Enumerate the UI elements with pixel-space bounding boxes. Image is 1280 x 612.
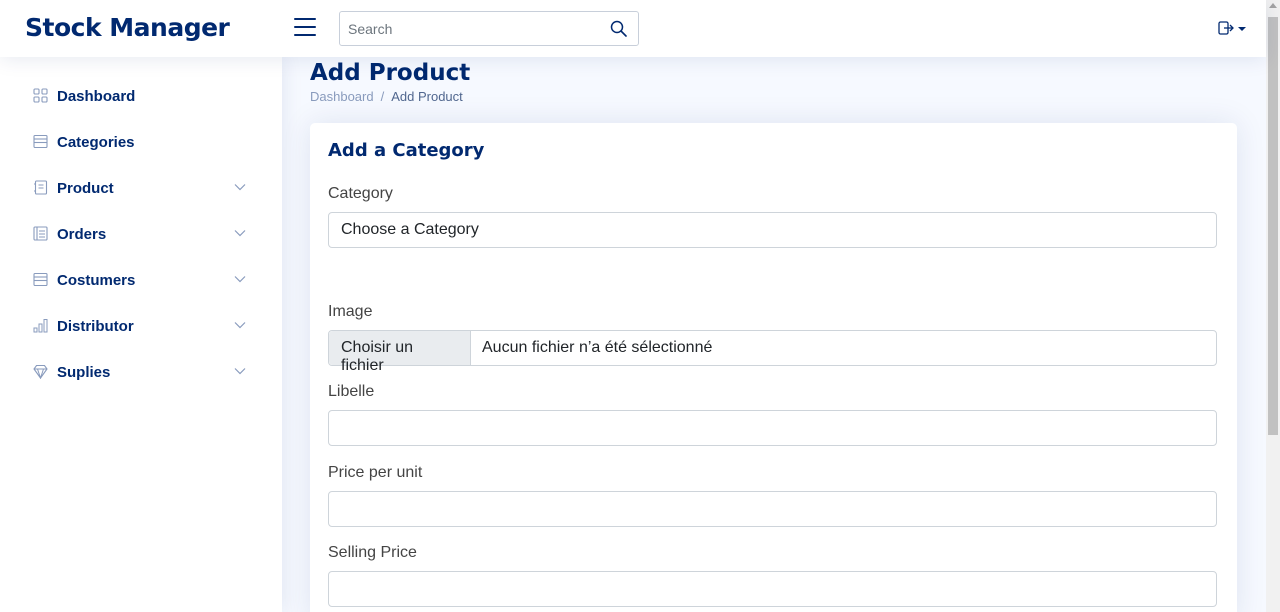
price-per-unit-input[interactable] (329, 492, 1216, 526)
libelle-field-box (328, 410, 1217, 446)
chevron-down-icon (234, 368, 246, 375)
sidebar-item-product[interactable]: Product (20, 168, 260, 208)
price-field-box (328, 491, 1217, 527)
chevron-down-icon (234, 322, 246, 329)
sidebar-item-orders[interactable]: Orders (20, 214, 260, 254)
breadcrumb-current: Add Product (391, 89, 463, 104)
top-header: Stock Manager (0, 0, 1266, 57)
breadcrumb-dashboard-link[interactable]: Dashboard (310, 89, 374, 104)
profile-dropdown[interactable] (1218, 21, 1250, 37)
layout-icon (33, 134, 48, 149)
sidebar: Dashboard Categories Product Orders Cost… (0, 57, 282, 612)
menu-toggle-button[interactable] (294, 18, 316, 38)
app-logo[interactable]: Stock Manager (25, 13, 230, 42)
price-per-unit-label: Price per unit (328, 464, 423, 481)
image-label: Image (328, 303, 373, 320)
sidebar-item-label: Costumers (57, 271, 136, 289)
chevron-down-icon (234, 230, 246, 237)
sidebar-item-dashboard[interactable]: Dashboard (20, 76, 260, 116)
add-product-card: Add a Category Category Choose a Categor… (310, 123, 1237, 612)
page-title: Add Product (310, 60, 471, 86)
libelle-label: Libelle (328, 383, 375, 400)
sidebar-item-label: Orders (57, 225, 107, 243)
file-status-text: Aucun fichier n’a été sélectionné (482, 339, 713, 356)
sidebar-item-label: Product (57, 179, 114, 197)
layout-text-icon (33, 226, 48, 241)
sidebar-item-label: Distributor (57, 317, 134, 335)
caret-down-icon (1238, 27, 1246, 31)
choose-file-button[interactable]: Choisir un fichier (329, 331, 471, 374)
chevron-down-icon (234, 276, 246, 283)
search-icon[interactable] (610, 20, 627, 37)
sidebar-item-distributor[interactable]: Distributor (20, 306, 260, 346)
category-label: Category (328, 185, 393, 202)
sidebar-item-suplies[interactable]: Suplies (20, 352, 260, 392)
chevron-down-icon (234, 184, 246, 191)
gem-icon (33, 364, 48, 379)
sidebar-item-categories[interactable]: Categories (20, 122, 260, 162)
selling-price-input[interactable] (329, 572, 1216, 606)
grid-icon (33, 88, 48, 103)
sidebar-item-costumers[interactable]: Costumers (20, 260, 260, 300)
selling-field-box (328, 571, 1217, 607)
image-file-input[interactable]: Choisir un fichier Aucun fichier n’a été… (328, 330, 1217, 374)
sidebar-item-label: Categories (57, 133, 135, 151)
breadcrumb: Dashboard / Add Product (310, 89, 463, 104)
search-input[interactable] (340, 12, 600, 45)
sidebar-item-label: Suplies (57, 363, 111, 381)
sidebar-item-label: Dashboard (57, 87, 136, 105)
page-scrollbar[interactable] (1266, 0, 1280, 612)
card-title: Add a Category (328, 140, 485, 161)
bar-chart-icon (33, 319, 48, 333)
journal-icon (34, 180, 48, 195)
search-bar (339, 11, 639, 46)
selling-price-label: Selling Price (328, 544, 417, 561)
scrollbar-thumb[interactable] (1268, 17, 1278, 435)
logout-icon (1218, 21, 1234, 35)
category-select[interactable]: Choose a Category (328, 212, 1217, 248)
libelle-input[interactable] (329, 411, 1216, 445)
hamburger-icon (294, 18, 316, 36)
scroll-up-arrow-icon[interactable] (1269, 3, 1277, 8)
category-select-value: Choose a Category (341, 221, 479, 238)
breadcrumb-separator: / (380, 89, 385, 104)
main-content: Add Product Dashboard / Add Product Add … (282, 57, 1266, 612)
layout-icon (33, 272, 48, 287)
